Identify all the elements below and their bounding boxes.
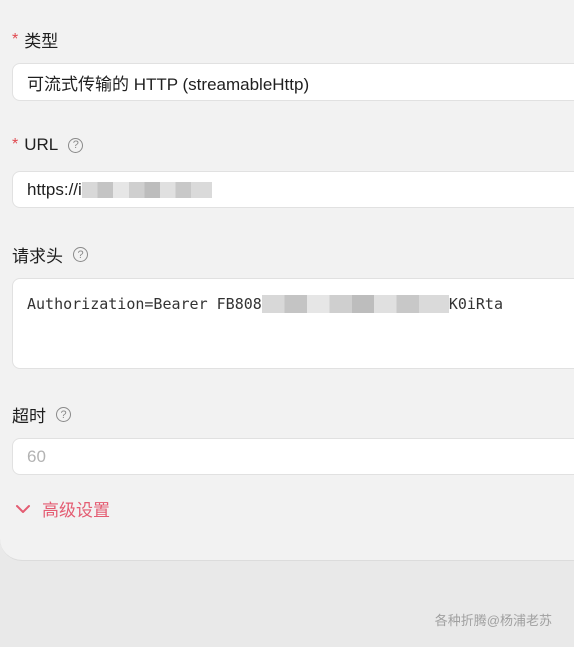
timeout-placeholder: 60: [27, 446, 46, 466]
url-label-row: * URL ?: [12, 135, 84, 155]
timeout-label-row: 超时 ?: [12, 402, 71, 427]
type-label: 类型: [24, 32, 59, 51]
timeout-label: 超时: [12, 407, 46, 426]
headers-textarea[interactable]: Authorization=Bearer FB808 K0iRta: [12, 278, 574, 369]
headers-value-suffix: K0iRta: [448, 295, 503, 313]
chevron-down-icon: [16, 504, 30, 513]
headers-value-prefix: Authorization=Bearer FB808: [27, 295, 262, 313]
watermark: 各种折腾@杨浦老苏: [434, 613, 552, 628]
advanced-settings-toggle[interactable]: 高级设置: [14, 496, 110, 521]
url-input-value: https://i: [27, 179, 82, 199]
type-label-row: * 类型: [12, 27, 58, 52]
headers-label: 请求头: [12, 247, 63, 266]
headers-label-row: 请求头 ?: [12, 242, 88, 267]
question-circle-icon[interactable]: ?: [56, 407, 71, 422]
required-mark: *: [12, 136, 19, 153]
question-circle-icon[interactable]: ?: [68, 137, 84, 153]
redacted-blur: [81, 181, 212, 198]
timeout-input[interactable]: 60: [12, 438, 574, 475]
question-circle-icon[interactable]: ?: [73, 247, 88, 262]
type-select[interactable]: 可流式传输的 HTTP (streamableHttp): [12, 63, 574, 101]
required-mark: *: [12, 30, 19, 48]
advanced-settings-label: 高级设置: [42, 501, 110, 520]
url-input[interactable]: https://i: [12, 171, 574, 208]
url-label: URL: [24, 135, 59, 154]
redacted-blur: [261, 295, 449, 313]
type-select-value: 可流式传输的 HTTP (streamableHttp): [27, 74, 310, 94]
form-panel: * 类型 可流式传输的 HTTP (streamableHttp) * URL …: [0, 0, 574, 561]
